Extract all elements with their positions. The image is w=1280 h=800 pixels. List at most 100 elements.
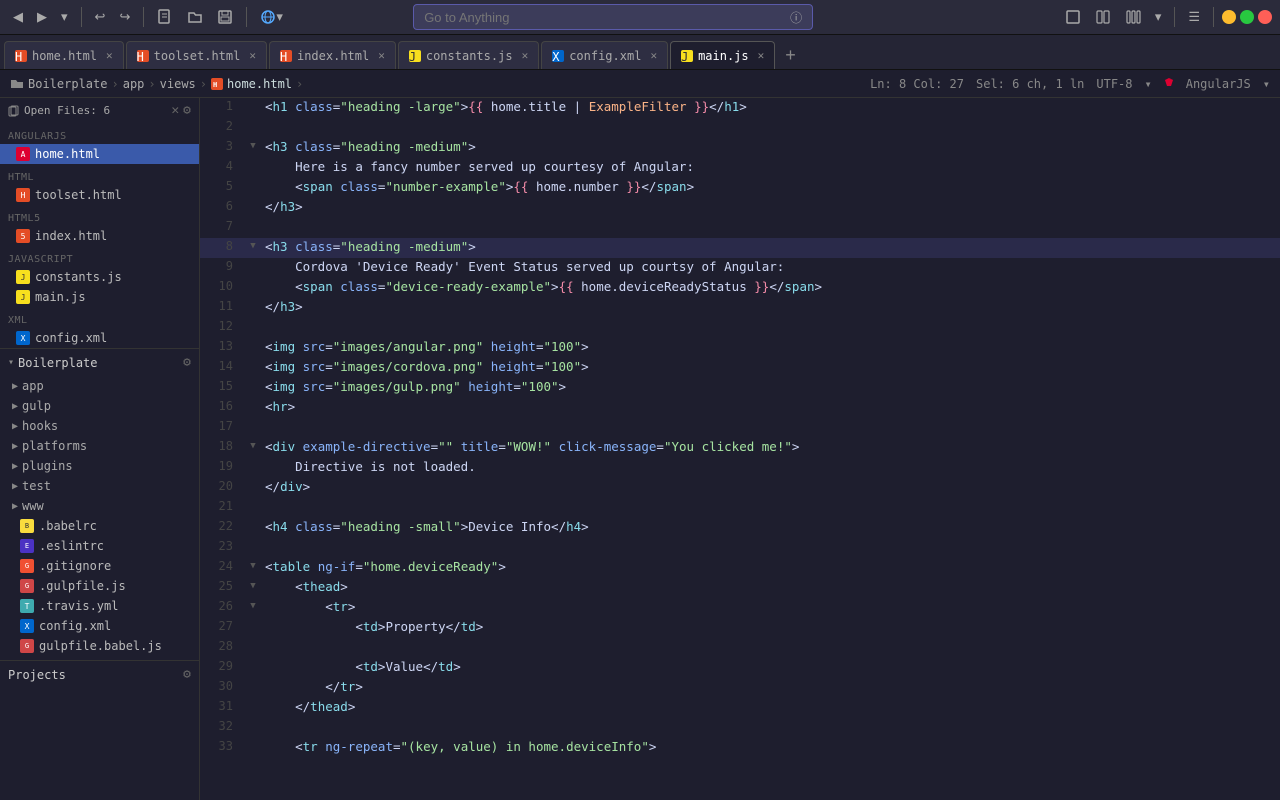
file-icon-gulpbabel: G (20, 639, 34, 653)
layout-btn2[interactable] (1090, 6, 1116, 28)
nav-dropdown-button[interactable]: ▾ (56, 6, 73, 28)
file-label-config2: config.xml (39, 619, 111, 633)
tab-close-config[interactable]: ✕ (650, 49, 657, 62)
sidebar-file-gulpbabel[interactable]: G gulpfile.babel.js (0, 636, 199, 656)
fold-arrow[interactable] (250, 561, 255, 571)
line-content-11: </h3> (261, 298, 1280, 318)
line-content-27: <td>Property</td> (261, 618, 1280, 638)
sidebar-folder-hooks[interactable]: ▶ hooks (0, 416, 199, 436)
breadcrumb-app[interactable]: app (123, 77, 145, 91)
file-save-button[interactable] (212, 6, 238, 28)
sidebar-folder-gulp[interactable]: ▶ gulp (0, 396, 199, 416)
sidebar-file-config[interactable]: X config.xml (0, 328, 199, 348)
tab-constants[interactable]: J constants.js ✕ (398, 41, 539, 69)
framework-label[interactable]: AngularJS (1186, 77, 1251, 91)
fold-indicator-26[interactable] (245, 598, 261, 618)
fold-arrow[interactable] (250, 141, 255, 151)
nav-back-button[interactable]: ◀ (8, 6, 28, 28)
sidebar-folder-plugins[interactable]: ▶ plugins (0, 456, 199, 476)
fold-arrow[interactable] (250, 601, 255, 611)
globe-button[interactable]: ▾ (255, 6, 288, 28)
section-js: JavaScript (0, 246, 199, 267)
sidebar-folder-app[interactable]: ▶ app (0, 376, 199, 396)
sidebar-folder-platforms[interactable]: ▶ platforms (0, 436, 199, 456)
encoding-info[interactable]: UTF-8 (1096, 77, 1132, 91)
goto-bar[interactable]: ⓘ (413, 4, 813, 30)
line-number-16: 16 (200, 398, 245, 418)
sidebar-folder-test[interactable]: ▶ test (0, 476, 199, 496)
nav-forward-button[interactable]: ▶ (32, 6, 52, 28)
tab-close-toolset[interactable]: ✕ (249, 49, 256, 62)
sidebar-file-toolset[interactable]: H toolset.html (0, 185, 199, 205)
breadcrumb-views[interactable]: views (160, 77, 196, 91)
sidebar-file-config2[interactable]: X config.xml (0, 616, 199, 636)
sidebar-file-eslintrc[interactable]: E .eslintrc (0, 536, 199, 556)
fold-indicator-24[interactable] (245, 558, 261, 578)
boilerplate-gear[interactable]: ⚙ (183, 355, 191, 370)
sidebar-gear-icon[interactable]: ⚙ (183, 103, 191, 118)
breadcrumb-file-arrow: › (296, 77, 303, 91)
fold-arrow[interactable] (250, 581, 255, 591)
sidebar-file-babelrc[interactable]: B .babelrc (0, 516, 199, 536)
line-number-2: 2 (200, 118, 245, 138)
file-icon-constants: J (16, 270, 30, 284)
layout-btn3[interactable] (1120, 6, 1146, 28)
tab-home[interactable]: H home.html ✕ (4, 41, 124, 69)
sidebar-file-index[interactable]: 5 index.html (0, 226, 199, 246)
line-content-20: </div> (261, 478, 1280, 498)
breadcrumb-boilerplate[interactable]: Boilerplate (28, 77, 107, 91)
file-open-button[interactable] (182, 6, 208, 28)
code-line-16: 16 <hr> (200, 398, 1280, 418)
sidebar-file-gitignore[interactable]: G .gitignore (0, 556, 199, 576)
boilerplate-name[interactable]: ▾ Boilerplate (8, 356, 98, 370)
sidebar-folder-www[interactable]: ▶ www (0, 496, 199, 516)
tab-add-button[interactable]: + (777, 41, 804, 69)
code-editor[interactable]: 1 <h1 class="heading -large">{{ home.tit… (200, 98, 1280, 800)
code-line-11: 11 </h3> (200, 298, 1280, 318)
fold-indicator-25[interactable] (245, 578, 261, 598)
minimize-button[interactable] (1222, 10, 1236, 24)
framework-dropdown[interactable]: ▾ (1263, 77, 1270, 91)
tab-close-home[interactable]: ✕ (106, 49, 113, 62)
goto-input[interactable] (424, 10, 786, 25)
maximize-button[interactable] (1240, 10, 1254, 24)
line-content-17 (261, 418, 1280, 438)
close-button[interactable] (1258, 10, 1272, 24)
layout-dropdown[interactable]: ▾ (1150, 6, 1167, 28)
file-new-button[interactable] (152, 6, 178, 28)
tab-close-index[interactable]: ✕ (378, 49, 385, 62)
tab-index[interactable]: H index.html ✕ (269, 41, 396, 69)
fold-indicator-18[interactable] (245, 438, 261, 458)
tab-close-main[interactable]: ✕ (758, 49, 765, 62)
file-icon-travis: T (20, 599, 34, 613)
breadcrumb-homefile[interactable]: home.html (227, 77, 292, 91)
sidebar-file-home[interactable]: A home.html (0, 144, 199, 164)
sidebar-file-gulpfile[interactable]: G .gulpfile.js (0, 576, 199, 596)
code-line-25: 25 <thead> (200, 578, 1280, 598)
code-line-29: 29 <td>Value</td> (200, 658, 1280, 678)
fold-indicator-8[interactable] (245, 238, 261, 258)
code-line-12: 12 (200, 318, 1280, 338)
sidebar-close-icon[interactable]: ✕ (171, 103, 179, 118)
line-content-33: <tr ng-repeat="(key, value) in home.devi… (261, 738, 1280, 758)
menu-button[interactable]: ☰ (1183, 6, 1205, 28)
tab-toolset[interactable]: H toolset.html ✕ (126, 41, 267, 69)
folder-label-platforms: platforms (22, 439, 87, 453)
projects-gear[interactable]: ⚙ (183, 667, 191, 682)
tab-main[interactable]: J main.js ✕ (670, 41, 775, 69)
tab-config[interactable]: X config.xml ✕ (541, 41, 668, 69)
undo-button[interactable]: ↩ (90, 6, 111, 28)
line-content-28 (261, 638, 1280, 658)
fold-indicator-27 (245, 618, 261, 638)
redo-button[interactable]: ↪ (114, 6, 135, 28)
tab-close-constants[interactable]: ✕ (522, 49, 529, 62)
sidebar-file-travis[interactable]: T .travis.yml (0, 596, 199, 616)
fold-arrow[interactable] (250, 241, 255, 251)
fold-arrow[interactable] (250, 441, 255, 451)
sidebar-file-main[interactable]: J main.js (0, 287, 199, 307)
code-line-24: 24<table ng-if="home.deviceReady"> (200, 558, 1280, 578)
fold-indicator-3[interactable] (245, 138, 261, 158)
layout-btn1[interactable] (1060, 6, 1086, 28)
sidebar-file-constants[interactable]: J constants.js (0, 267, 199, 287)
encoding-dropdown[interactable]: ▾ (1145, 77, 1152, 91)
